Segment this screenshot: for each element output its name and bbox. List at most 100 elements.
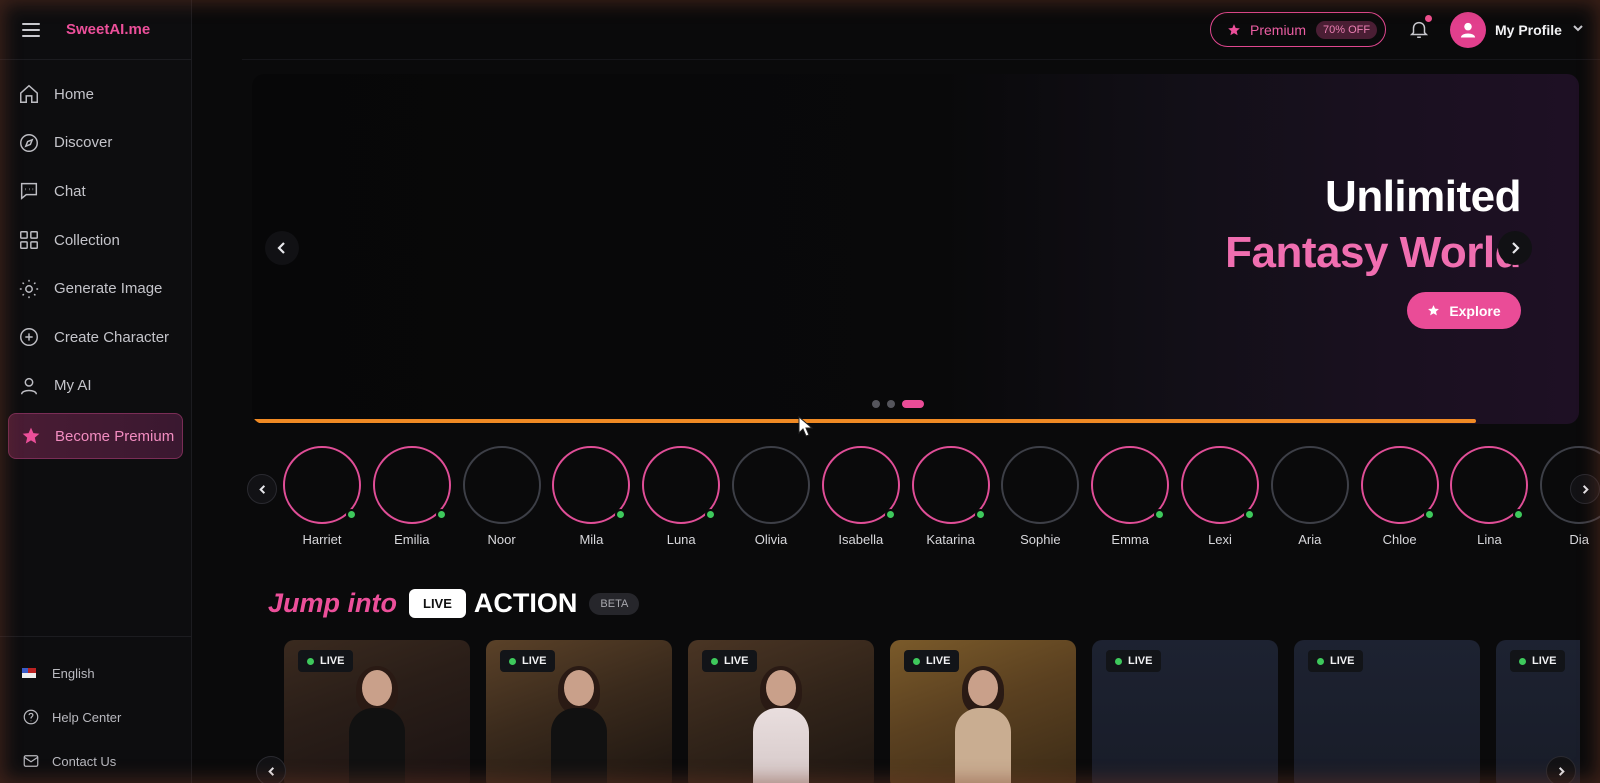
sidebar-item-my-ai[interactable]: My AI: [0, 362, 191, 411]
section-title-italic: Jump into: [268, 588, 397, 618]
characters-prev-button[interactable]: [247, 474, 277, 504]
live-card[interactable]: LIVE: [890, 640, 1076, 783]
chevron-left-icon: [267, 766, 274, 776]
help-center-label: Help Center: [52, 709, 122, 725]
become-premium-label: Become Premium: [55, 427, 175, 445]
online-status-dot: [1423, 509, 1435, 520]
character-name: Luna: [666, 532, 696, 547]
live-badge: LIVE: [1510, 650, 1566, 672]
avatar-ring: [1450, 446, 1529, 524]
plus-circle-icon: [20, 328, 38, 347]
become-premium-button[interactable]: Become Premium: [8, 413, 183, 460]
language-label: English: [52, 665, 95, 681]
help-center-link[interactable]: Help Center: [0, 695, 191, 739]
character-avatar[interactable]: Sophie: [1000, 446, 1080, 547]
avatar-ring: [1001, 446, 1080, 524]
language-selector[interactable]: English: [0, 651, 191, 695]
characters-next-button[interactable]: [1570, 474, 1600, 504]
avatar: [1450, 12, 1486, 48]
sidebar-item-chat[interactable]: Chat: [0, 167, 191, 216]
chevron-right-icon: [1512, 242, 1520, 254]
character-avatar[interactable]: Chloe: [1360, 446, 1440, 547]
live-tag: LIVE: [409, 589, 466, 618]
contact-us-link[interactable]: Contact Us: [0, 739, 191, 783]
slide-progress-bar: [252, 419, 1476, 423]
live-badge: LIVE: [1106, 650, 1162, 672]
user-icon: [20, 377, 38, 395]
beta-badge: BETA: [589, 592, 640, 615]
character-avatar[interactable]: Lina: [1449, 446, 1529, 547]
slide-dot-active[interactable]: [902, 400, 924, 408]
online-status-dot: [1244, 509, 1255, 520]
character-avatar[interactable]: Isabella: [821, 446, 901, 547]
character-avatar[interactable]: Emilia: [372, 446, 452, 547]
character-name: Lina: [1477, 532, 1502, 547]
hero-next-button[interactable]: [1498, 231, 1532, 265]
live-card[interactable]: LIVE: [486, 640, 672, 783]
sidebar-footer: English Help Center Contact Us: [0, 636, 191, 783]
live-badge: LIVE: [1308, 650, 1364, 672]
sidebar-header: SweetAI.me: [0, 0, 191, 60]
avatar-ring: [642, 446, 721, 524]
online-status-dot: [1154, 509, 1166, 520]
avatar-ring: [552, 446, 631, 524]
slide-dot[interactable]: [872, 400, 880, 408]
sidebar-item-generate-image[interactable]: Generate Image: [0, 264, 191, 313]
character-avatar[interactable]: Luna: [641, 446, 721, 547]
character-avatar[interactable]: Olivia: [731, 446, 811, 547]
character-avatar[interactable]: Mila: [551, 446, 631, 547]
discount-badge: 70% OFF: [1316, 20, 1378, 39]
live-section-header: Jump into LIVE ACTION BETA: [268, 588, 640, 619]
character-photo: [544, 666, 614, 783]
character-avatar[interactable]: Emma: [1090, 446, 1170, 547]
character-name: Noor: [487, 532, 516, 547]
character-avatar[interactable]: Lexi: [1180, 446, 1260, 547]
compass-icon: [20, 133, 38, 152]
premium-button[interactable]: Premium 70% OFF: [1210, 12, 1386, 47]
slide-dot[interactable]: [887, 400, 895, 408]
hero-prev-button[interactable]: [265, 231, 299, 265]
character-avatar[interactable]: Harriet: [282, 446, 362, 547]
profile-name: My Profile: [1495, 22, 1562, 38]
avatar-ring: [1360, 446, 1439, 524]
live-card[interactable]: LIVE: [284, 640, 470, 783]
character-name: Chloe: [1382, 532, 1417, 547]
mail-icon: [23, 755, 39, 767]
brand-logo[interactable]: SweetAI.me: [66, 21, 150, 38]
notifications-button[interactable]: [1408, 15, 1432, 40]
character-name: Olivia: [754, 532, 788, 547]
star-icon: [22, 427, 40, 444]
sidebar-item-collection[interactable]: Collection: [0, 216, 191, 265]
sidebar-item-discover[interactable]: Discover: [0, 119, 191, 168]
online-status-dot: [884, 509, 896, 520]
character-avatar[interactable]: Noor: [462, 446, 542, 547]
character-avatar[interactable]: Katarina: [911, 446, 991, 547]
live-card[interactable]: LIVE: [1294, 640, 1480, 783]
chevron-right-icon: [1582, 484, 1589, 494]
character-name: Dia: [1569, 532, 1589, 547]
avatar-ring: [911, 446, 990, 524]
explore-button[interactable]: Explore: [1407, 292, 1521, 329]
avatar-ring: [1270, 446, 1349, 524]
live-card[interactable]: LIVE: [1092, 640, 1278, 783]
chevron-down-icon: [1572, 21, 1584, 39]
star-icon: [1428, 305, 1440, 316]
character-name: Mila: [579, 532, 604, 547]
sparkle-icon: [19, 279, 39, 298]
character-photo: [746, 666, 816, 783]
menu-icon[interactable]: [22, 22, 40, 37]
sidebar-item-create-character[interactable]: Create Character: [0, 313, 191, 362]
character-avatar[interactable]: Aria: [1270, 446, 1350, 547]
live-card[interactable]: LIVE: [688, 640, 874, 783]
profile-menu[interactable]: My Profile: [1450, 12, 1584, 48]
top-bar: Premium 70% OFF My Profile: [242, 0, 1600, 60]
live-next-button[interactable]: [1546, 756, 1576, 783]
avatar-ring: [821, 446, 900, 524]
sidebar-item-label: Chat: [54, 182, 86, 200]
character-name: Aria: [1298, 532, 1322, 547]
sidebar-item-home[interactable]: Home: [0, 70, 191, 119]
live-prev-button[interactable]: [256, 756, 286, 783]
character-name: Harriet: [302, 532, 342, 547]
hero-title-line1: Unlimited: [1325, 172, 1521, 221]
chevron-left-icon: [277, 242, 285, 254]
